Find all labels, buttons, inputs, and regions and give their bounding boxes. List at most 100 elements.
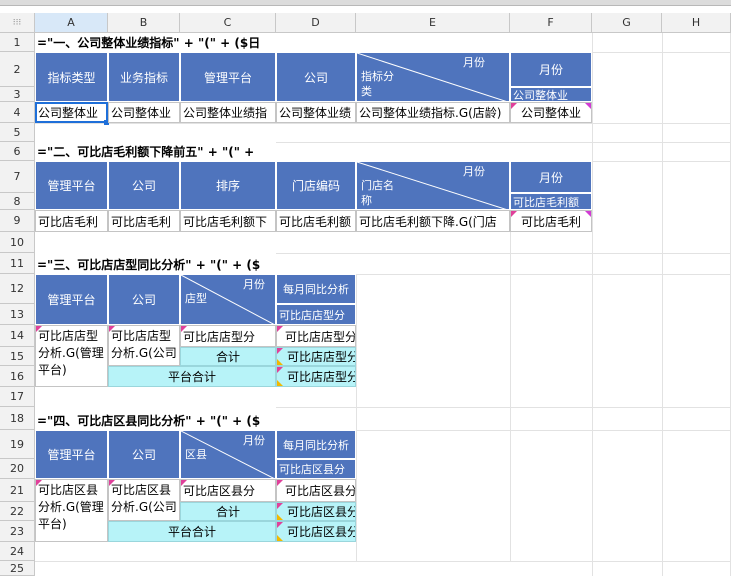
header-platform[interactable]: 管理平台 [35, 161, 108, 210]
cell-f4[interactable]: 公司整体业 [510, 102, 592, 123]
col-header-f[interactable]: F [510, 13, 592, 33]
header-platform[interactable]: 管理平台 [35, 430, 108, 479]
header-metric-col[interactable]: 可比店毛利额 [510, 193, 592, 210]
row-header-14[interactable]: 14 [0, 325, 35, 347]
cell-c14[interactable]: 可比店店型分 [180, 325, 276, 347]
row-header-18[interactable]: 18 [0, 407, 35, 430]
cell-b14-merged[interactable]: 可比店店型分析.G(公司 [108, 325, 180, 366]
row-header-7[interactable]: 7 [0, 161, 35, 193]
cell-c4[interactable]: 公司整体业绩指 [180, 102, 276, 123]
header-month[interactable]: 月份 [510, 52, 592, 87]
expand-marker [36, 326, 42, 332]
cell-b21-merged[interactable]: 可比店区县分析.G(公司 [108, 479, 180, 521]
cell-b4[interactable]: 公司整体业 [108, 102, 180, 123]
cell-a9[interactable]: 可比店毛利 [35, 210, 108, 232]
row-header-6[interactable]: 6 [0, 142, 35, 161]
header-diagonal-month-storetype[interactable]: 月份 店型 [180, 274, 276, 325]
cell-a21-merged[interactable]: 可比店区县分析.G(管理平台) [35, 479, 108, 542]
col-header-a[interactable]: A [35, 13, 108, 33]
header-company[interactable]: 公司 [108, 274, 180, 325]
row-header-10[interactable]: 10 [0, 232, 35, 253]
header-company[interactable]: 公司 [108, 161, 180, 210]
header-metric-col[interactable]: 公司整体业 [510, 87, 592, 102]
toolbar-strip [0, 0, 731, 6]
col-header-g[interactable]: G [592, 13, 662, 33]
header-company[interactable]: 公司 [108, 430, 180, 479]
spreadsheet-grid[interactable]: ⁝⁝⁝ A B C D E F G H 1 2 3 4 5 6 7 8 9 10… [0, 13, 731, 576]
header-diagonal-month-district[interactable]: 月份 区县 [180, 430, 276, 479]
gridline [592, 33, 593, 576]
select-all-corner[interactable]: ⁝⁝⁝ [0, 13, 35, 33]
gridline [356, 274, 357, 561]
col-header-c[interactable]: C [180, 13, 276, 33]
row-header-15[interactable]: 15 [0, 347, 35, 366]
cell-e9[interactable]: 可比店毛利额下降.G(门店 [356, 210, 510, 232]
section4-title-cell[interactable]: ="四、可比店区县同比分析" + "(" + ($ [35, 407, 276, 430]
section2-title-cell[interactable]: ="二、可比店毛利额下降前五" + "(" + [35, 142, 276, 161]
row-header-24[interactable]: 24 [0, 542, 35, 561]
row-header-4[interactable]: 4 [0, 102, 35, 123]
row-header-25[interactable]: 25 [0, 561, 35, 576]
row-header-9[interactable]: 9 [0, 210, 35, 232]
col-header-d[interactable]: D [276, 13, 356, 33]
header-store-code[interactable]: 门店编码 [276, 161, 356, 210]
cell-d4[interactable]: 公司整体业绩 [276, 102, 356, 123]
row-header-23[interactable]: 23 [0, 521, 35, 542]
header-month[interactable]: 月份 [510, 161, 592, 193]
row-header-8[interactable]: 8 [0, 193, 35, 210]
header-rank[interactable]: 排序 [180, 161, 276, 210]
header-diagonal-month-store[interactable]: 月份 门店名称 [356, 161, 510, 210]
header-platform[interactable]: 管理平台 [180, 52, 276, 102]
row-header-20[interactable]: 20 [0, 459, 35, 479]
header-diagonal-month-category[interactable]: 月份 指标分类 [356, 52, 510, 102]
row-header-11[interactable]: 11 [0, 253, 35, 274]
gridline [662, 33, 663, 576]
cell-d21[interactable]: 可比店区县分 [276, 479, 356, 502]
cell-c15-total[interactable]: 合计 [180, 347, 276, 366]
row-header-3[interactable]: 3 [0, 87, 35, 102]
row-header-16[interactable]: 16 [0, 366, 35, 387]
cell-d14[interactable]: 可比店店型分 [276, 325, 356, 347]
row-header-5[interactable]: 5 [0, 123, 35, 142]
cell-f9[interactable]: 可比店毛利 [510, 210, 592, 232]
cell-d23[interactable]: 可比店区县分 [276, 521, 356, 542]
cell-d22[interactable]: 可比店区县分 [276, 502, 356, 521]
col-header-b[interactable]: B [108, 13, 180, 33]
row-header-22[interactable]: 22 [0, 502, 35, 521]
cell-e4[interactable]: 公司整体业绩指标.G(店龄) [356, 102, 510, 123]
row-header-21[interactable]: 21 [0, 479, 35, 502]
cell-d16[interactable]: 可比店店型分 [276, 366, 356, 387]
cell-c22-total[interactable]: 合计 [180, 502, 276, 521]
diag-month-label: 月份 [243, 278, 265, 291]
col-header-e[interactable]: E [356, 13, 510, 33]
row-header-17[interactable]: 17 [0, 387, 35, 407]
cell-b16-platform-total[interactable]: 平台合计 [108, 366, 276, 387]
section3-title-cell[interactable]: ="三、可比店店型同比分析" + "(" + ($ [35, 253, 276, 274]
row-header-2[interactable]: 2 [0, 52, 35, 87]
cell-a4[interactable]: 公司整体业 [35, 102, 108, 123]
cell-d15[interactable]: 可比店店型分 [276, 347, 356, 366]
header-platform[interactable]: 管理平台 [35, 274, 108, 325]
header-company[interactable]: 公司 [276, 52, 356, 102]
cell-b23-platform-total[interactable]: 平台合计 [108, 521, 276, 542]
cell-b9[interactable]: 可比店毛利 [108, 210, 180, 232]
row-header-13[interactable]: 13 [0, 304, 35, 325]
gridline [510, 232, 511, 561]
header-storetype-col[interactable]: 可比店店型分 [276, 304, 356, 325]
cell-c21[interactable]: 可比店区县分 [180, 479, 276, 502]
header-district-col[interactable]: 可比店区县分 [276, 459, 356, 479]
expand-marker [277, 480, 283, 486]
row-header-19[interactable]: 19 [0, 430, 35, 459]
header-monthly-yoy[interactable]: 每月同比分析 [276, 274, 356, 304]
section1-title-cell[interactable]: ="一、公司整体业绩指标" + "(" + ($日 [35, 33, 276, 52]
cell-d9[interactable]: 可比店毛利额 [276, 210, 356, 232]
cell-c9[interactable]: 可比店毛利额下 [180, 210, 276, 232]
header-business-metric[interactable]: 业务指标 [108, 52, 180, 102]
header-indicator-type[interactable]: 指标类型 [35, 52, 108, 102]
cell-a14-merged[interactable]: 可比店店型分析.G(管理平台) [35, 325, 108, 387]
header-monthly-yoy[interactable]: 每月同比分析 [276, 430, 356, 459]
diag-month-label: 月份 [243, 434, 265, 447]
col-header-h[interactable]: H [662, 13, 731, 33]
row-header-1[interactable]: 1 [0, 33, 35, 52]
row-header-12[interactable]: 12 [0, 274, 35, 304]
